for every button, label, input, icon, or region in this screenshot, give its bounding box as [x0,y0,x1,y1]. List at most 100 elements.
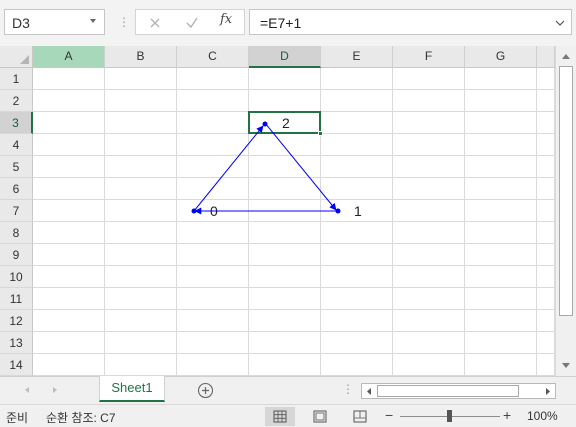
cell-b14[interactable] [105,354,177,376]
row-header-4[interactable]: 4 [0,134,33,156]
cell-b6[interactable] [105,178,177,200]
cell-h10[interactable] [537,266,555,288]
vertical-scroll-thumb[interactable] [559,66,573,316]
cell-f8[interactable] [393,222,465,244]
formula-bar-grip-icon[interactable]: ⋮ [118,15,130,29]
cell-g8[interactable] [465,222,537,244]
scroll-up-icon[interactable] [559,50,573,64]
cell-h4[interactable] [537,134,555,156]
horizontal-scroll-thumb[interactable] [377,385,519,397]
cell-e7[interactable]: 1 [321,200,393,222]
cell-c1[interactable] [177,68,249,90]
cell-c4[interactable] [177,134,249,156]
cell-b12[interactable] [105,310,177,332]
row-header-3[interactable]: 3 [0,112,33,134]
cell-g7[interactable] [465,200,537,222]
cell-g2[interactable] [465,90,537,112]
cell-b9[interactable] [105,244,177,266]
status-circular-reference[interactable]: 순환 참조: C7 [46,409,116,426]
cell-h5[interactable] [537,156,555,178]
tab-split-grip-icon[interactable]: ⋮ [342,382,354,396]
cell-h6[interactable] [537,178,555,200]
cell-h13[interactable] [537,332,555,354]
cell-h3[interactable] [537,112,555,134]
page-layout-view-icon[interactable] [305,407,335,426]
cell-c9[interactable] [177,244,249,266]
scroll-right-icon[interactable] [542,386,553,397]
cell-f5[interactable] [393,156,465,178]
cell-c5[interactable] [177,156,249,178]
cell-f6[interactable] [393,178,465,200]
cell-g9[interactable] [465,244,537,266]
cell-d4[interactable] [249,134,321,156]
cell-g5[interactable] [465,156,537,178]
cell-h7[interactable] [537,200,555,222]
cell-f3[interactable] [393,112,465,134]
zoom-level[interactable]: 100% [527,409,558,423]
cell-d1[interactable] [249,68,321,90]
cell-e12[interactable] [321,310,393,332]
column-header-f[interactable]: F [393,46,465,68]
cancel-x-icon[interactable] [146,14,164,32]
cell-f14[interactable] [393,354,465,376]
cell-a13[interactable] [33,332,105,354]
cell-c10[interactable] [177,266,249,288]
cell-b4[interactable] [105,134,177,156]
cell-g6[interactable] [465,178,537,200]
cell-c7[interactable]: 0 [177,200,249,222]
cell-h12[interactable] [537,310,555,332]
cell-c14[interactable] [177,354,249,376]
row-header-6[interactable]: 6 [0,178,33,200]
cell-a4[interactable] [33,134,105,156]
cell-e5[interactable] [321,156,393,178]
cell-e4[interactable] [321,134,393,156]
cell-f11[interactable] [393,288,465,310]
row-header-12[interactable]: 12 [0,310,33,332]
cell-a12[interactable] [33,310,105,332]
cell-e2[interactable] [321,90,393,112]
scroll-left-icon[interactable] [364,386,375,397]
cell-a1[interactable] [33,68,105,90]
cell-d6[interactable] [249,178,321,200]
cell-f12[interactable] [393,310,465,332]
row-header-10[interactable]: 10 [0,266,33,288]
cell-b5[interactable] [105,156,177,178]
cell-d13[interactable] [249,332,321,354]
zoom-out-button[interactable]: − [385,407,393,423]
cell-f2[interactable] [393,90,465,112]
column-header-e[interactable]: E [321,46,393,68]
cell-d11[interactable] [249,288,321,310]
scroll-down-icon[interactable] [559,358,573,372]
cell-d9[interactable] [249,244,321,266]
column-header-d[interactable]: D [249,46,321,68]
cell-d8[interactable] [249,222,321,244]
cell-g3[interactable] [465,112,537,134]
cell-area[interactable]: 021 [33,68,555,376]
cell-c12[interactable] [177,310,249,332]
next-sheet-icon[interactable] [50,385,60,395]
cell-a5[interactable] [33,156,105,178]
select-all-button[interactable] [0,46,33,68]
cell-g11[interactable] [465,288,537,310]
cell-a10[interactable] [33,266,105,288]
cell-d7[interactable] [249,200,321,222]
cell-c6[interactable] [177,178,249,200]
insert-function-fx-icon[interactable]: fx [220,12,238,30]
cell-e13[interactable] [321,332,393,354]
cell-e6[interactable] [321,178,393,200]
column-header-c[interactable]: C [177,46,249,68]
row-header-14[interactable]: 14 [0,354,33,376]
horizontal-scrollbar[interactable] [361,383,556,399]
zoom-slider-thumb[interactable] [447,410,452,422]
cell-e8[interactable] [321,222,393,244]
cell-a11[interactable] [33,288,105,310]
row-header-2[interactable]: 2 [0,90,33,112]
normal-view-grid-icon[interactable] [265,407,295,426]
zoom-in-button[interactable]: + [503,407,511,423]
row-header-11[interactable]: 11 [0,288,33,310]
cell-b10[interactable] [105,266,177,288]
cell-e3[interactable] [321,112,393,134]
row-header-9[interactable]: 9 [0,244,33,266]
column-header-a[interactable]: A [33,46,105,68]
cell-h8[interactable] [537,222,555,244]
